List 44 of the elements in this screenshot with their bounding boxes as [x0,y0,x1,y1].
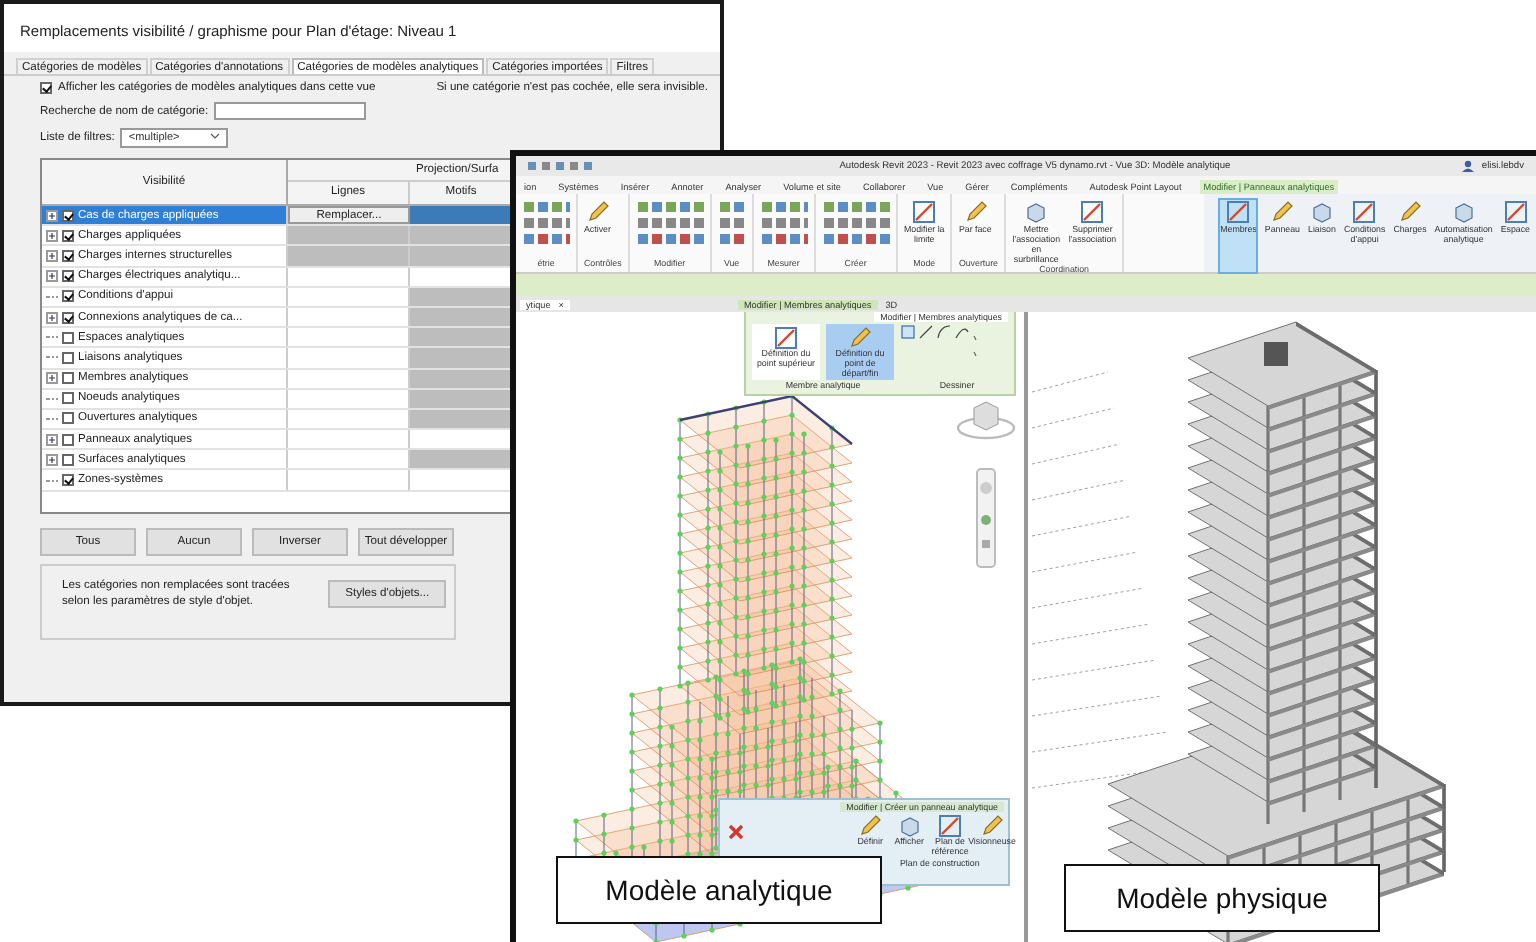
checkbox[interactable] [62,412,74,425]
toolbar-icons [759,200,808,248]
close-icon [728,824,744,840]
diagonal-line-icon [1226,200,1251,224]
view-cube-icon [956,396,1016,440]
checkbox[interactable] [62,270,74,283]
caption: Modèle physique [1064,864,1380,932]
diagonal-line-icon [1080,200,1105,224]
toolbar-icons [635,200,704,248]
diagonal-line-icon [912,200,937,224]
checkbox[interactable] [62,311,74,324]
checkbox[interactable] [40,82,52,94]
caret-icon [210,132,221,140]
toolbar-icons [717,200,746,248]
diagonal-line-icon [1352,200,1377,224]
checkbox[interactable] [62,372,74,385]
checkbox[interactable] [62,351,74,364]
caption: Modèle analytique [556,856,882,924]
cube-icon [1309,200,1334,224]
cube-icon [1024,200,1049,224]
diagonal-line-icon [938,814,962,838]
checkbox[interactable] [62,209,74,222]
toolbar-icons [522,200,570,248]
pencil-icon [1397,200,1422,224]
diagonal-line-icon [1503,200,1528,224]
pencil-icon [963,200,988,224]
pencil-icon [1270,200,1295,224]
cube-icon [1451,200,1476,224]
pencil-icon [848,326,872,350]
navigation-bar [976,468,996,568]
checkbox[interactable] [62,249,74,262]
checkbox[interactable] [62,433,74,446]
table-cell [410,206,512,225]
diagonal-line-icon [774,326,798,350]
checkbox[interactable] [62,453,74,466]
checkbox[interactable] [62,392,74,405]
toolbar-icons [821,200,890,248]
checkbox[interactable] [62,229,74,242]
pencil-icon [585,200,610,224]
checkbox[interactable] [62,474,74,487]
user-icon [1461,160,1474,172]
search-field[interactable] [214,102,367,120]
checkbox[interactable] [62,290,74,303]
checkbox[interactable] [62,331,74,344]
